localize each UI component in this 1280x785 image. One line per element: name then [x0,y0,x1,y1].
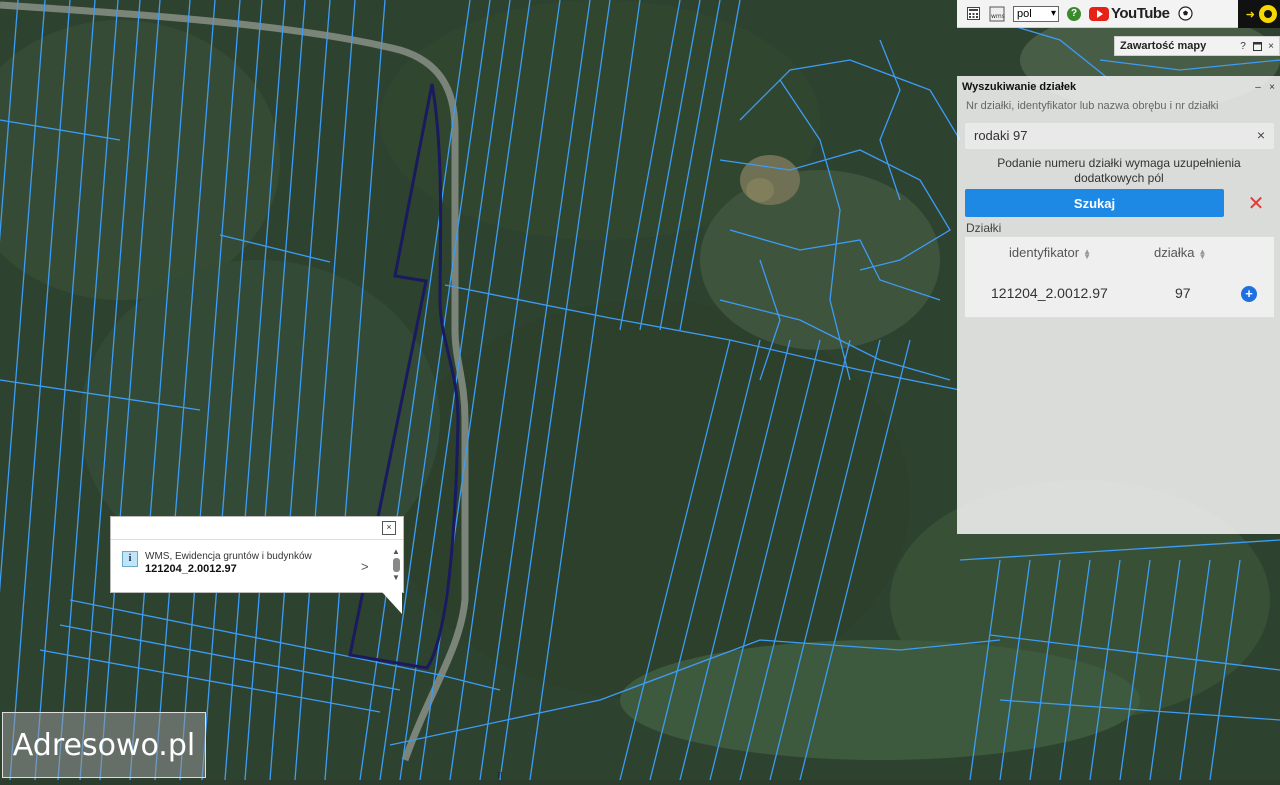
popup-pointer [382,592,402,614]
search-hint: Nr działki, identyfikator lub nazwa obrę… [966,100,1219,112]
search-input[interactable]: rodaki 97 × [965,123,1274,149]
cell-parcel: 97 [1175,285,1191,301]
scroll-thumb[interactable] [392,558,400,572]
search-query[interactable]: rodaki 97 [974,128,1027,143]
popup-scrollbar[interactable]: ▲ ▼ [391,547,401,591]
popup-parcel-id[interactable]: 121204_2.0012.97 [145,563,237,575]
arrow-right-icon: ➜ [1245,8,1255,21]
youtube-icon [1089,6,1109,21]
eye-button[interactable]: ➜ [1238,0,1280,28]
map-content-title: Zawartość mapy [1120,40,1207,52]
watermark-logo: Adresowo.pl [2,712,206,778]
top-toolbar: wms pol ? YouTube ➜ [957,0,1280,28]
svg-text:⁞⁞: ⁞⁞ [497,771,503,780]
youtube-label: YouTube [1111,5,1170,22]
help-button[interactable]: ? [1237,40,1249,52]
sort-icon[interactable]: ▲ ▼ [1083,247,1091,260]
scroll-down-icon[interactable]: ▼ [391,573,401,583]
clear-search-icon[interactable]: × [1257,127,1265,143]
cancel-icon[interactable]: ✕ [1240,189,1272,217]
youtube-link[interactable]: YouTube [1089,5,1170,22]
soccer-ball-icon[interactable] [1177,6,1193,22]
column-header-identifier[interactable]: identyfikator ▲ ▼ [1009,245,1091,260]
requirement-note: Podanie numeru działki wymaga uzupełnien… [997,156,1241,185]
eye-icon [1259,5,1277,23]
close-button[interactable]: × [1265,40,1277,52]
help-icon[interactable]: ? [1067,6,1081,21]
parcel-search-panel: Wyszukiwanie działek – × Nr działki, ide… [957,76,1280,534]
search-button[interactable]: Szukaj [965,189,1224,217]
cell-identifier: 121204_2.0012.97 [991,285,1108,301]
chevron-right-icon[interactable]: > [361,559,369,574]
svg-text:wms: wms [991,13,1005,20]
popup-close-button[interactable]: × [382,521,396,535]
calculator-icon[interactable] [965,6,981,22]
minimize-icon[interactable]: – [1252,81,1264,93]
results-label: Działki [966,221,1002,235]
watermark-text: Adresowo.pl [12,727,196,763]
sort-icon[interactable]: ▲ ▼ [1198,247,1206,260]
popup-divider [111,539,403,540]
language-select[interactable]: pol [1013,5,1059,22]
column-header-parcel[interactable]: działka ▲ ▼ [1154,245,1206,260]
close-icon[interactable]: × [1266,81,1278,93]
add-parcel-button[interactable]: + [1241,286,1257,302]
scroll-up-icon[interactable]: ▲ [391,547,401,557]
results-table: identyfikator ▲ ▼ działka ▲ ▼ 121204_2.0012.… [965,236,1274,318]
map-content-panel-header[interactable]: Zawartość mapy ? × [1114,36,1280,56]
panel-title: Wyszukiwanie działek [962,81,1077,93]
info-icon: i [122,551,138,567]
maximize-icon[interactable] [1251,40,1263,52]
wms-icon[interactable]: wms [989,6,1005,22]
popup-source: WMS, Ewidencja gruntów i budynków [145,551,312,562]
feature-info-popup: × i WMS, Ewidencja gruntów i budynków 12… [110,516,404,593]
